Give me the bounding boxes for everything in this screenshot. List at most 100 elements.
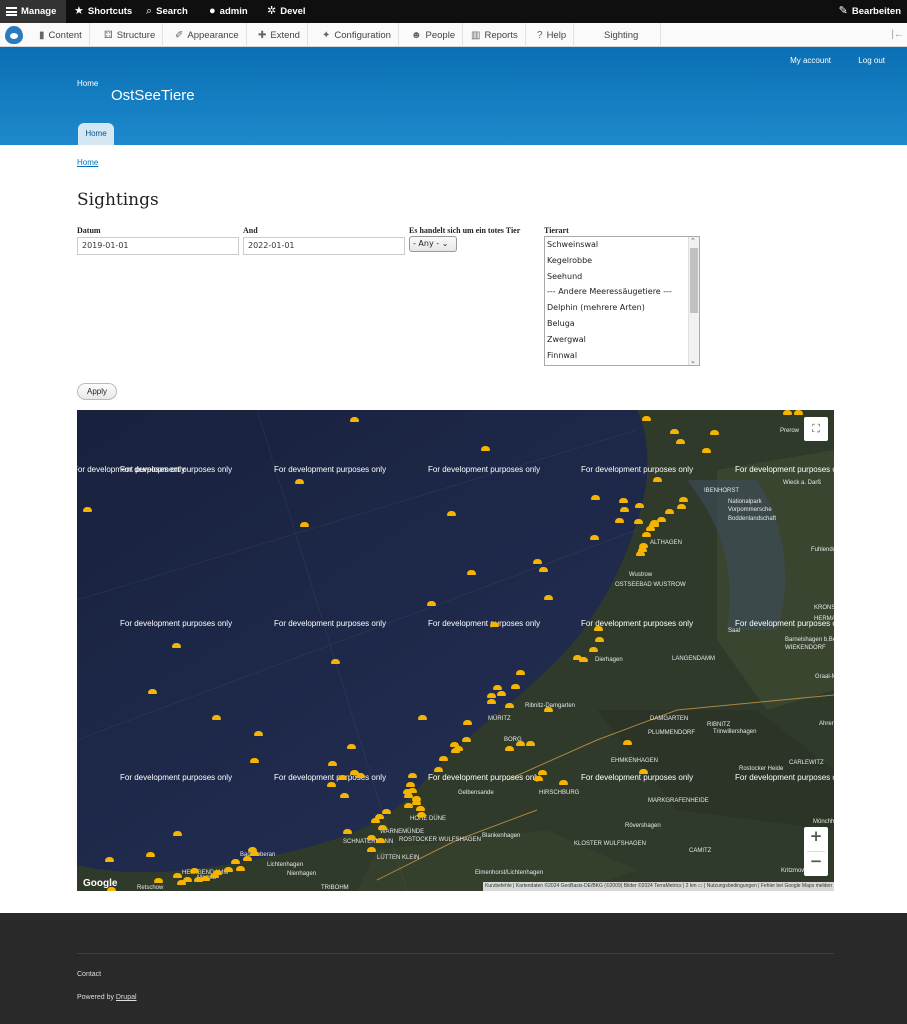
sighting-marker-icon[interactable] <box>439 756 448 761</box>
sighting-marker-icon[interactable] <box>173 831 182 836</box>
sighting-marker-icon[interactable] <box>340 793 349 798</box>
sighting-marker-icon[interactable] <box>250 851 259 856</box>
sighting-marker-icon[interactable] <box>148 689 157 694</box>
sighting-marker-icon[interactable] <box>634 519 643 524</box>
fullscreen-button[interactable]: ⛶ <box>804 417 828 441</box>
sighting-marker-icon[interactable] <box>347 744 356 749</box>
sighting-marker-icon[interactable] <box>544 595 553 600</box>
sighting-marker-icon[interactable] <box>591 495 600 500</box>
sightings-map[interactable]: For development purposes only For develo… <box>77 410 834 891</box>
sighting-marker-icon[interactable] <box>650 520 659 525</box>
shortcuts-button[interactable]: ★ Shortcuts <box>68 0 138 23</box>
tray-item-extend[interactable]: ✚ Extend <box>251 23 308 47</box>
sighting-marker-icon[interactable] <box>190 868 199 873</box>
zoom-out-button[interactable]: − <box>804 852 828 876</box>
sighting-marker-icon[interactable] <box>418 715 427 720</box>
sighting-marker-icon[interactable] <box>434 767 443 772</box>
sighting-marker-icon[interactable] <box>639 769 648 774</box>
terms-link[interactable]: Nutzungsbedingungen <box>707 883 757 889</box>
tierart-listbox[interactable]: Schweinswal Kegelrobbe Seehund --- Ander… <box>544 236 700 366</box>
sighting-marker-icon[interactable] <box>243 856 252 861</box>
sighting-marker-icon[interactable] <box>412 796 421 801</box>
sighting-marker-icon[interactable] <box>343 829 352 834</box>
sighting-marker-icon[interactable] <box>623 740 632 745</box>
tierart-option[interactable]: Seehund <box>545 269 699 285</box>
sighting-marker-icon[interactable] <box>382 809 391 814</box>
sighting-marker-icon[interactable] <box>331 659 340 664</box>
sighting-marker-icon[interactable] <box>371 818 380 823</box>
sighting-marker-icon[interactable] <box>676 439 685 444</box>
drupal-logo-icon[interactable] <box>5 26 23 44</box>
tray-item-people[interactable]: ☻ People <box>404 23 464 47</box>
sighting-marker-icon[interactable] <box>490 622 499 627</box>
sighting-marker-icon[interactable] <box>589 647 598 652</box>
sighting-marker-icon[interactable] <box>172 643 181 648</box>
sighting-marker-icon[interactable] <box>665 509 674 514</box>
sighting-marker-icon[interactable] <box>328 761 337 766</box>
sighting-marker-icon[interactable] <box>231 859 240 864</box>
sighting-marker-icon[interactable] <box>356 773 365 778</box>
tray-item-structure[interactable]: ⚃ Structure <box>97 23 164 47</box>
tray-item-content[interactable]: ▮ Content <box>32 23 90 47</box>
sighting-marker-icon[interactable] <box>573 655 582 660</box>
sighting-marker-icon[interactable] <box>403 789 412 794</box>
sighting-marker-icon[interactable] <box>481 446 490 451</box>
sighting-marker-icon[interactable] <box>677 504 686 509</box>
sighting-marker-icon[interactable] <box>467 570 476 575</box>
devel-button[interactable]: ✲ Devel <box>261 0 312 23</box>
sighting-marker-icon[interactable] <box>454 746 463 751</box>
sighting-marker-icon[interactable] <box>212 715 221 720</box>
sighting-marker-icon[interactable] <box>194 877 203 882</box>
drupal-link[interactable]: Drupal <box>116 994 137 1001</box>
sighting-marker-icon[interactable] <box>620 507 629 512</box>
sighting-marker-icon[interactable] <box>590 535 599 540</box>
tray-item-reports[interactable]: ▥ Reports <box>464 23 526 47</box>
sighting-marker-icon[interactable] <box>670 429 679 434</box>
scroll-up-icon[interactable]: ⌃ <box>690 237 696 245</box>
sighting-marker-icon[interactable] <box>487 693 496 698</box>
edit-button[interactable]: ✎ Bearbeiten <box>833 0 907 23</box>
sighting-marker-icon[interactable] <box>538 770 547 775</box>
sighting-marker-icon[interactable] <box>497 691 506 696</box>
keyboard-shortcuts-link[interactable]: Kurzbefehle <box>485 883 512 889</box>
sighting-marker-icon[interactable] <box>653 477 662 482</box>
sighting-marker-icon[interactable] <box>406 782 415 787</box>
report-error-link[interactable]: Fehler bei Google Maps melden <box>761 883 832 889</box>
sighting-marker-icon[interactable] <box>295 479 304 484</box>
sighting-marker-icon[interactable] <box>493 685 502 690</box>
sighting-marker-icon[interactable] <box>236 866 245 871</box>
datum-input[interactable]: 2019-01-01 <box>77 237 239 255</box>
and-input[interactable]: 2022-01-01 <box>243 237 405 255</box>
site-name[interactable]: OstSeeTiere <box>111 87 195 104</box>
breadcrumb[interactable]: Home <box>77 158 98 167</box>
sighting-marker-icon[interactable] <box>615 518 624 523</box>
apply-button[interactable]: Apply <box>77 383 117 400</box>
sighting-marker-icon[interactable] <box>105 857 114 862</box>
sighting-marker-icon[interactable] <box>559 780 568 785</box>
tray-item-configuration[interactable]: ✦ Configuration <box>315 23 399 47</box>
tierart-option[interactable]: Kegelrobbe <box>545 253 699 269</box>
sighting-marker-icon[interactable] <box>376 838 385 843</box>
sighting-marker-icon[interactable] <box>350 417 359 422</box>
sighting-marker-icon[interactable] <box>83 507 92 512</box>
dead-animal-select[interactable]: - Any - ⌄ <box>409 236 457 252</box>
sighting-marker-icon[interactable] <box>146 852 155 857</box>
sighting-marker-icon[interactable] <box>210 873 219 878</box>
tab-home[interactable]: Home <box>78 123 114 145</box>
sighting-marker-icon[interactable] <box>516 741 525 746</box>
sighting-marker-icon[interactable] <box>516 670 525 675</box>
sighting-marker-icon[interactable] <box>367 835 376 840</box>
sighting-marker-icon[interactable] <box>177 880 186 885</box>
sighting-marker-icon[interactable] <box>533 559 542 564</box>
log-out-link[interactable]: Log out <box>858 56 885 65</box>
contact-link[interactable]: Contact <box>77 971 101 978</box>
sighting-marker-icon[interactable] <box>635 503 644 508</box>
sighting-marker-icon[interactable] <box>487 699 496 704</box>
sighting-marker-icon[interactable] <box>463 720 472 725</box>
sighting-marker-icon[interactable] <box>505 703 514 708</box>
sighting-marker-icon[interactable] <box>595 637 604 642</box>
sighting-marker-icon[interactable] <box>619 498 628 503</box>
tierart-option[interactable]: Delphin (mehrere Arten) <box>545 300 699 316</box>
tray-toggle-icon[interactable]: |← <box>891 29 904 40</box>
tierart-option[interactable]: --- Andere Meeressäugetiere --- <box>545 284 699 300</box>
